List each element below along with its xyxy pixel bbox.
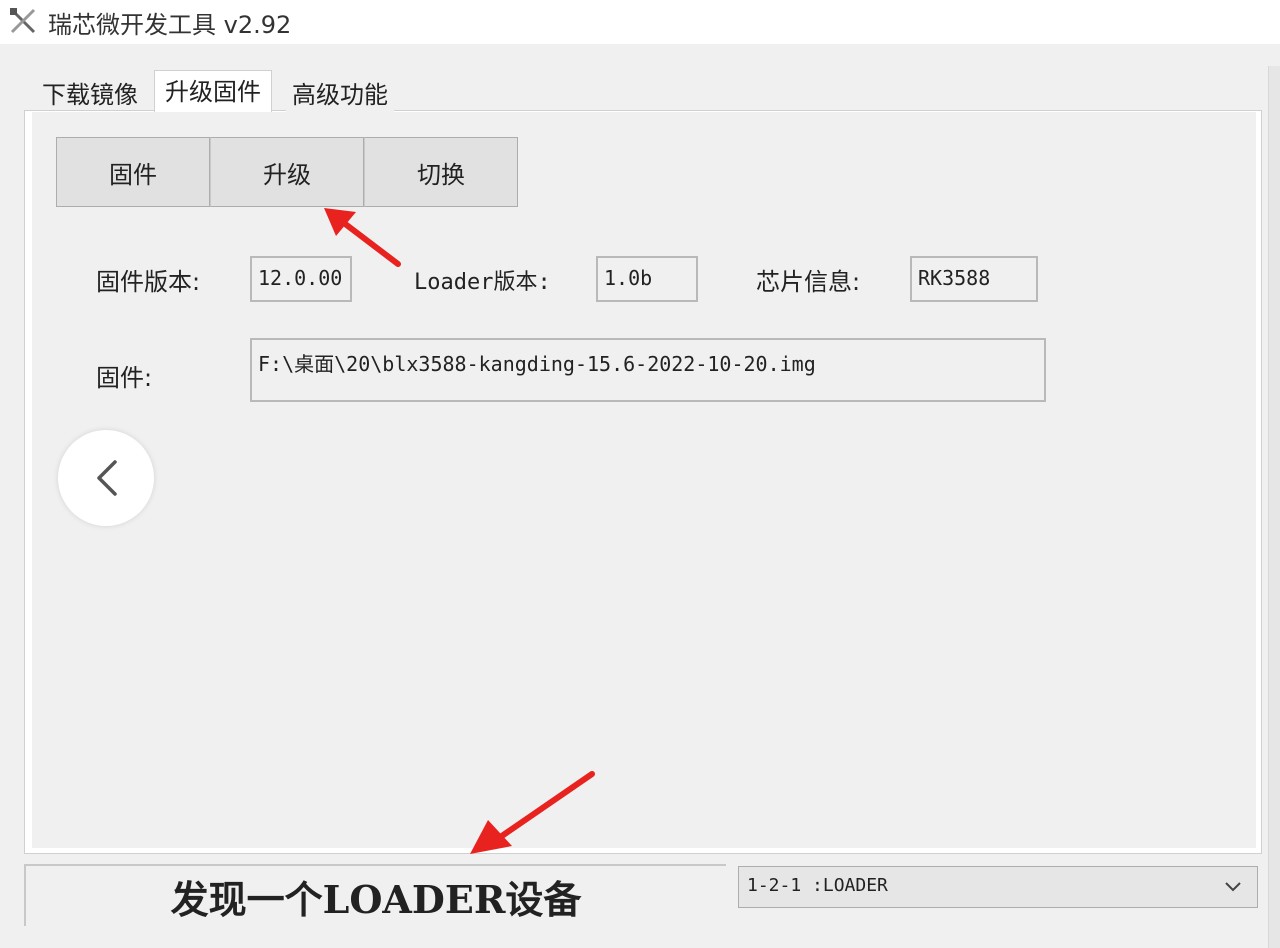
switch-button[interactable]: 切换 — [364, 137, 518, 207]
tool-app-icon — [10, 8, 36, 34]
device-select-value: 1-2-1 :LOADER — [747, 875, 888, 896]
device-select[interactable]: 1-2-1 :LOADER — [738, 866, 1258, 908]
tab-panel-content — [32, 112, 1256, 848]
tab-upgrade-firmware[interactable]: 升级固件 — [154, 70, 272, 112]
status-message: 发现一个LOADER设备 — [24, 864, 726, 926]
firmware-button[interactable]: 固件 — [56, 137, 210, 207]
vertical-scrollbar[interactable] — [1268, 66, 1280, 948]
chevron-down-icon — [1225, 882, 1241, 892]
firmware-path-label: 固件: — [96, 364, 153, 392]
upgrade-button[interactable]: 升级 — [210, 137, 364, 207]
annotation-arrow-status — [470, 771, 595, 854]
chip-info-label: 芯片信息: — [756, 268, 861, 296]
loader-version-field: 1.0b — [596, 256, 698, 302]
tab-download-image[interactable]: 下载镜像 — [36, 76, 144, 114]
firmware-version-label: 固件版本: — [96, 268, 201, 296]
firmware-path-field[interactable]: F:\桌面\20\blx3588-kangding-15.6-2022-10-2… — [250, 338, 1046, 402]
chevron-left-icon — [97, 460, 117, 496]
tab-advanced-functions[interactable]: 高级功能 — [286, 76, 394, 114]
title-bar: 瑞芯微开发工具 v2.92 — [0, 0, 1280, 44]
chip-info-field: RK3588 — [910, 256, 1038, 302]
loader-version-label: Loader版本: — [414, 270, 551, 295]
annotation-arrow-upgrade — [324, 208, 401, 267]
action-button-group: 固件 升级 切换 — [56, 137, 518, 207]
back-button[interactable] — [58, 430, 154, 526]
window-title: 瑞芯微开发工具 v2.92 — [48, 11, 292, 39]
